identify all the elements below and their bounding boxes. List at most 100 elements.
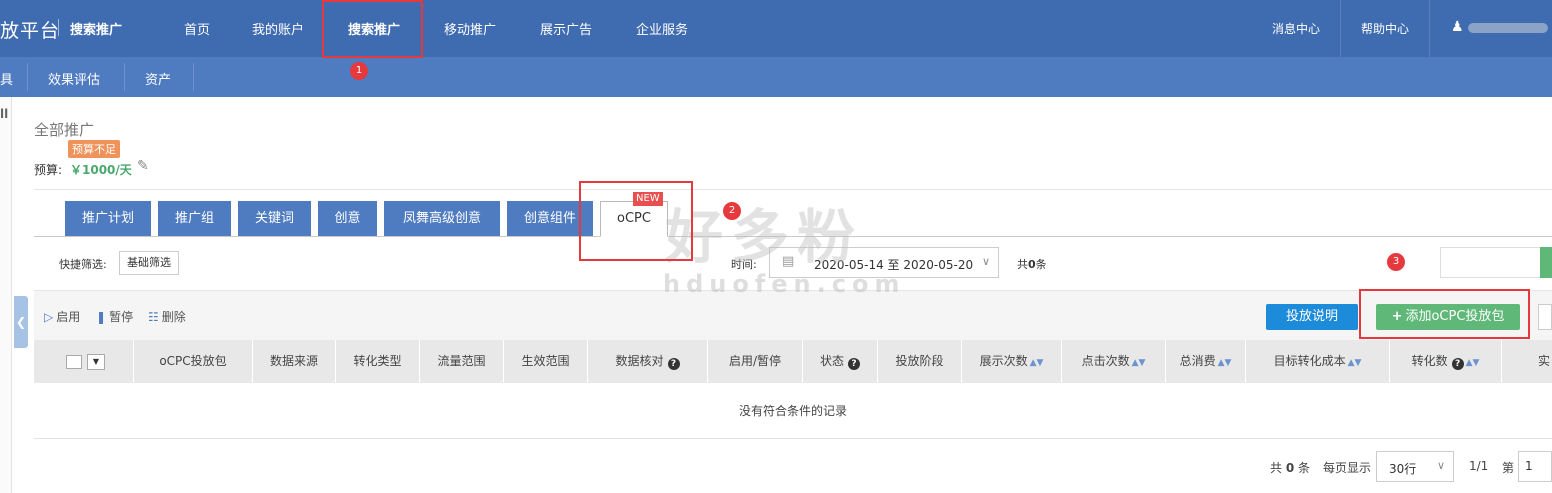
count-value: 0 <box>1028 258 1036 271</box>
nav-enterprise-services[interactable]: 企业服务 <box>636 19 688 38</box>
product-name: 搜索推广 <box>70 23 123 38</box>
page-label: 第 <box>1502 461 1515 475</box>
column-traffic-range: 流量范围 <box>420 340 504 383</box>
column-label: 转化数 <box>1411 354 1448 368</box>
nav-display-ads[interactable]: 展示广告 <box>540 19 592 38</box>
pause-action[interactable]: ❚ 暂停 <box>96 308 133 325</box>
sort-icon: ▲▼ <box>1029 358 1044 368</box>
left-sidebar-collapsed <box>0 97 12 493</box>
sort-icon: ▲▼ <box>1347 358 1362 368</box>
column-delivery-stage: 投放阶段 <box>878 340 962 383</box>
table-header: ▼ oCPC投放包 数据来源 转化类型 流量范围 生效范围 数据核对? 启用/暂… <box>34 340 1552 383</box>
column-clicks[interactable]: 点击次数 ▲▼ <box>1062 340 1166 383</box>
column-total-cost[interactable]: 总消费 ▲▼ <box>1166 340 1246 383</box>
subnav-divider <box>27 63 28 91</box>
logo-divider <box>58 19 59 36</box>
edit-icon[interactable]: ✎ <box>137 158 149 174</box>
sort-icon: ▲▼ <box>1131 358 1146 368</box>
select-dropdown[interactable]: ▼ <box>87 354 105 370</box>
search-button[interactable] <box>1540 247 1552 278</box>
column-impressions[interactable]: 展示次数 ▲▼ <box>962 340 1062 383</box>
total-prefix: 共 <box>1270 461 1283 475</box>
search-input[interactable] <box>1440 247 1552 278</box>
nav-my-account[interactable]: 我的账户 <box>252 19 304 38</box>
record-count: 共0条 <box>1017 256 1047 272</box>
play-icon: ▷ <box>44 310 54 324</box>
tab-creatives[interactable]: 创意 <box>318 201 377 236</box>
subnav-tools[interactable]: 具 <box>0 69 13 88</box>
per-page-select[interactable]: 30行 ∨ <box>1376 451 1454 482</box>
budget-value: ￥1000/天 <box>70 163 132 177</box>
column-label: 目标转化成本 <box>1273 354 1346 368</box>
column-conversions[interactable]: 转化数? ▲▼ <box>1390 340 1502 383</box>
annotation-box-1 <box>322 0 423 58</box>
message-center-link[interactable]: 消息中心 <box>1272 20 1320 37</box>
pause-icon: ❚ <box>96 310 107 324</box>
trash-icon: ☷ <box>148 310 159 324</box>
column-effective-range: 生效范围 <box>504 340 588 383</box>
platform-logo[interactable]: 放平台 <box>0 16 60 43</box>
help-icon[interactable]: ? <box>1451 358 1464 370</box>
sidebar-glyph: ll <box>0 107 9 121</box>
enable-action[interactable]: ▷ 启用 <box>44 308 80 325</box>
nav-home[interactable]: 首页 <box>184 19 210 38</box>
column-data-source: 数据来源 <box>253 340 336 383</box>
budget-warning-badge: 预算不足 <box>68 140 120 158</box>
annotation-box-2 <box>579 181 693 261</box>
help-center-link[interactable]: 帮助中心 <box>1361 20 1409 37</box>
count-suffix: 条 <box>1035 258 1047 271</box>
annotation-number-3: 3 <box>1387 253 1405 271</box>
tab-advanced-creatives[interactable]: 凤舞高级创意 <box>384 201 500 236</box>
annotation-box-3 <box>1359 289 1530 339</box>
top-divider <box>1340 0 1341 57</box>
column-label: 总消费 <box>1179 354 1216 368</box>
quick-filter-label: 快捷筛选: <box>59 258 107 271</box>
total-suffix: 条 <box>1298 461 1311 475</box>
total-records: 共 0 条 <box>1270 459 1310 476</box>
sub-navbar: 具 效果评估 资产 <box>0 57 1552 97</box>
column-data-check: 数据核对? <box>588 340 708 383</box>
sort-icon: ▲▼ <box>1217 358 1232 368</box>
delete-label: 删除 <box>161 310 186 324</box>
column-label: 数据核对 <box>615 354 664 368</box>
page-number-input[interactable]: 1 <box>1518 451 1552 482</box>
select-all-column <box>34 340 134 383</box>
tab-keywords[interactable]: 关键词 <box>238 201 311 236</box>
sidebar-expand-handle[interactable]: ❮ <box>14 296 28 348</box>
select-all-checkbox[interactable] <box>66 355 82 369</box>
column-label: 状态 <box>819 354 844 368</box>
subnav-divider <box>193 63 194 91</box>
count-prefix: 共 <box>1017 258 1028 271</box>
empty-table-message: 没有符合条件的记录 <box>34 383 1552 439</box>
budget-label: 预算: <box>34 163 63 177</box>
enable-label: 启用 <box>56 310 81 324</box>
per-page-value: 30行 <box>1389 462 1417 476</box>
username-blurred[interactable] <box>1468 23 1548 33</box>
annotation-number-1: 1 <box>350 62 368 80</box>
subnav-effect-evaluation[interactable]: 效果评估 <box>48 69 100 88</box>
annotation-number-2: 2 <box>723 202 741 220</box>
tab-campaigns[interactable]: 推广计划 <box>65 201 151 236</box>
column-label: 展示次数 <box>979 354 1028 368</box>
subnav-assets[interactable]: 资产 <box>145 69 171 88</box>
nav-mobile-promotion[interactable]: 移动推广 <box>444 19 496 38</box>
column-label: 点击次数 <box>1081 354 1130 368</box>
more-button[interactable] <box>1538 304 1552 330</box>
delete-action[interactable]: ☷ 删除 <box>148 308 186 325</box>
total-value: 0 <box>1285 461 1295 475</box>
column-enable-pause: 启用/暂停 <box>708 340 803 383</box>
chevron-left-icon: ❮ <box>15 315 27 329</box>
help-icon[interactable]: ? <box>667 358 680 370</box>
tab-ad-groups[interactable]: 推广组 <box>158 201 231 236</box>
column-conversion-type: 转化类型 <box>336 340 420 383</box>
basic-filter-button[interactable]: 基础筛选 <box>119 251 179 275</box>
subnav-divider <box>124 63 125 91</box>
page-title: 全部推广 <box>34 121 95 139</box>
per-page-label: 每页显示 <box>1323 461 1372 475</box>
column-truncated: 实 <box>1537 354 1550 368</box>
chevron-down-icon: ∨ <box>981 255 990 268</box>
user-icon[interactable]: ♟ <box>1451 19 1464 35</box>
delivery-instructions-button[interactable]: 投放说明 <box>1266 304 1358 330</box>
help-icon[interactable]: ? <box>848 358 860 370</box>
column-target-cpa[interactable]: 目标转化成本 ▲▼ <box>1246 340 1390 383</box>
